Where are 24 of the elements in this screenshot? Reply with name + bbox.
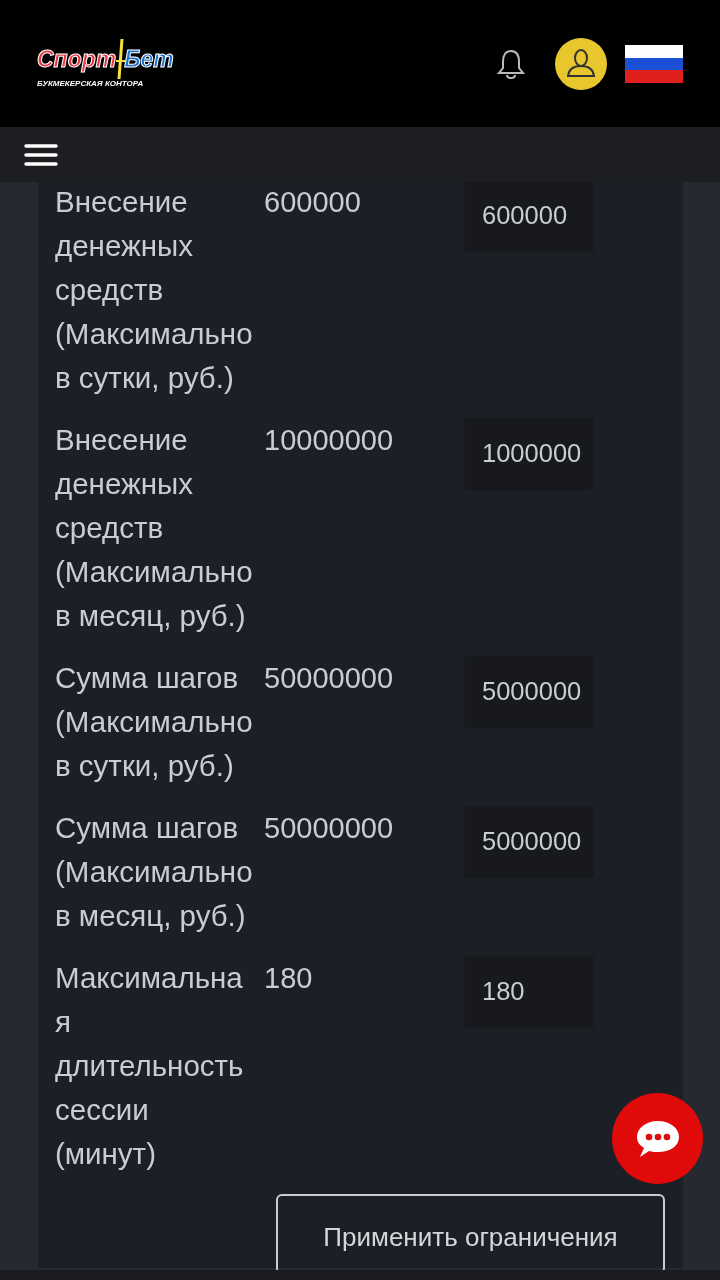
logo-text: Бет bbox=[124, 45, 174, 73]
bell-icon[interactable] bbox=[496, 47, 526, 80]
limit-input[interactable]: 5000000 bbox=[465, 806, 593, 876]
limit-input[interactable]: 1000000 bbox=[465, 418, 593, 488]
avatar-icon[interactable] bbox=[555, 37, 607, 90]
limit-label: Сумма шагов (Максимально в сутки, руб.) bbox=[55, 660, 254, 784]
limit-label: Внесение денежных средств (Максимально в сутки, руб.) bbox=[55, 184, 254, 396]
current-limit-value: 10000000 bbox=[263, 423, 395, 458]
menu-icon[interactable] bbox=[24, 143, 58, 166]
limit-label: Внесение денежных средств (Максимально в месяц, руб.) bbox=[55, 422, 254, 634]
russian-flag-icon[interactable] bbox=[625, 44, 683, 83]
logo-tagline: БУКМЕКЕРСКАЯ КОНТОРА bbox=[37, 79, 145, 88]
limit-input[interactable]: 5000000 bbox=[465, 656, 593, 726]
chat-icon bbox=[634, 1118, 681, 1159]
limit-label: Сумма шагов (Максимально в месяц, руб.) bbox=[55, 810, 254, 934]
current-limit-value: 50000000 bbox=[263, 811, 395, 846]
limit-input[interactable]: 600000 bbox=[465, 182, 593, 250]
limit-label: Максимальная длительность сессии (минут) bbox=[55, 960, 245, 1172]
current-limit-value: 180 bbox=[263, 961, 314, 996]
logo[interactable]: Спорт Бет БУКМЕКЕРСКАЯ КОНТОРА bbox=[37, 39, 174, 88]
logo-text: Спорт bbox=[37, 45, 117, 73]
limit-input[interactable]: 180 bbox=[465, 956, 593, 1026]
current-limit-value: 600000 bbox=[263, 185, 362, 220]
current-limit-value: 50000000 bbox=[263, 661, 395, 696]
